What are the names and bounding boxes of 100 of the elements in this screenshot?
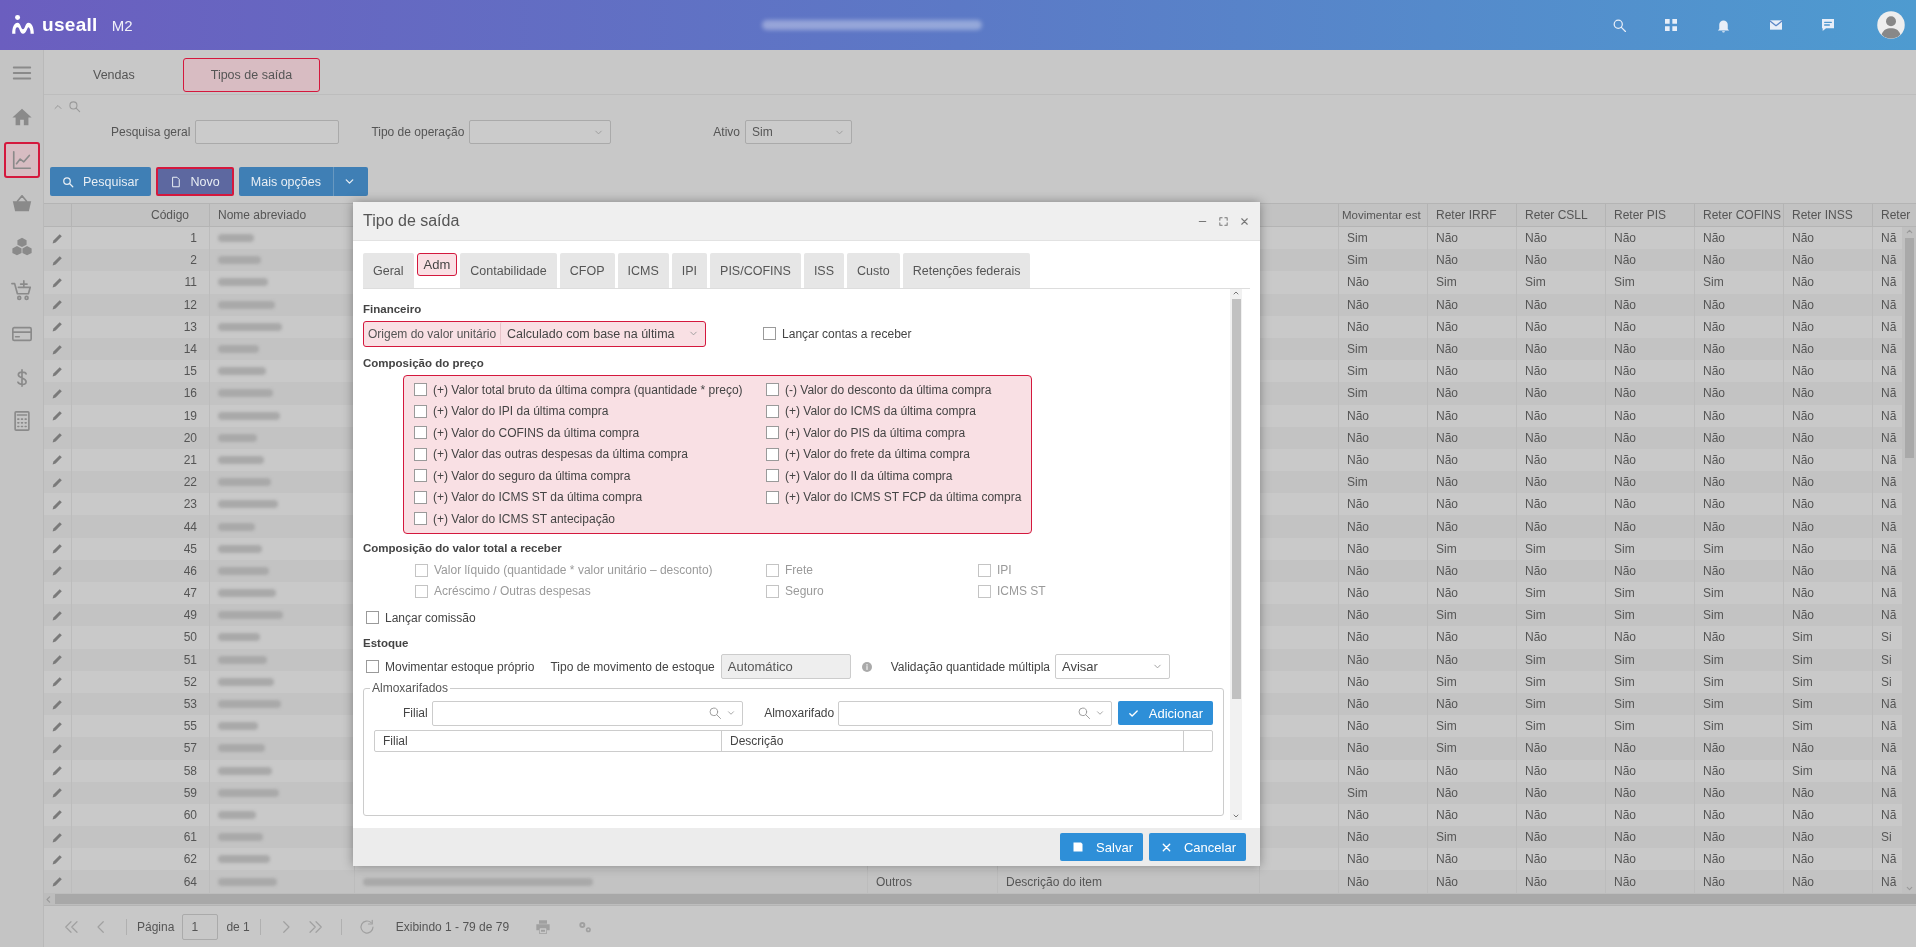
checkbox-label: Acréscimo / Outras despesas bbox=[434, 584, 591, 598]
pencil-icon[interactable] bbox=[51, 231, 64, 245]
table-cell: Não bbox=[1436, 785, 1458, 800]
movement-type-field[interactable]: Automático bbox=[720, 654, 851, 679]
pencil-icon[interactable] bbox=[51, 808, 64, 822]
pencil-icon[interactable] bbox=[51, 586, 64, 600]
scroll-down-icon[interactable] bbox=[1232, 812, 1240, 820]
pencil-icon[interactable] bbox=[51, 520, 64, 534]
pencil-icon[interactable] bbox=[51, 453, 64, 467]
pencil-icon[interactable] bbox=[51, 875, 64, 889]
pencil-icon[interactable] bbox=[51, 497, 64, 511]
maximize-icon[interactable] bbox=[1218, 215, 1229, 227]
cart-plus-icon[interactable] bbox=[10, 279, 33, 302]
active-select[interactable]: Sim bbox=[745, 120, 853, 144]
tab[interactable]: Custo bbox=[847, 253, 900, 288]
tab[interactable]: Vendas bbox=[65, 58, 163, 92]
chat-icon[interactable] bbox=[1820, 17, 1836, 33]
search-icon[interactable] bbox=[68, 100, 81, 113]
cubes-icon[interactable] bbox=[10, 236, 33, 258]
tab[interactable]: ICMS bbox=[617, 253, 669, 288]
sidebar-item[interactable] bbox=[3, 142, 40, 178]
checkbox[interactable] bbox=[766, 404, 779, 418]
scroll-left-icon[interactable] bbox=[44, 894, 53, 904]
tab[interactable]: Retenções federais bbox=[902, 253, 1031, 288]
pencil-icon[interactable] bbox=[51, 342, 64, 356]
pencil-icon[interactable] bbox=[51, 852, 64, 866]
tab[interactable]: ISS bbox=[803, 253, 845, 288]
vertical-scrollbar[interactable] bbox=[1230, 289, 1242, 820]
checkbox[interactable] bbox=[766, 447, 779, 461]
table-cell: Nã bbox=[1881, 297, 1897, 312]
search-field[interactable] bbox=[195, 120, 340, 144]
save-button[interactable]: Salvar bbox=[1060, 833, 1143, 861]
print-icon[interactable] bbox=[535, 918, 552, 935]
tab[interactable]: PIS/COFINS bbox=[710, 253, 801, 288]
tab[interactable]: Contabilidade bbox=[460, 253, 557, 288]
checkbox[interactable] bbox=[414, 404, 427, 418]
checkbox[interactable] bbox=[366, 660, 379, 673]
add-button[interactable]: Adicionar bbox=[1117, 701, 1213, 725]
search-icon[interactable] bbox=[1612, 17, 1627, 33]
pencil-icon[interactable] bbox=[51, 298, 64, 312]
checkbox[interactable] bbox=[414, 426, 427, 440]
pencil-icon[interactable] bbox=[51, 786, 64, 800]
avatar-icon[interactable] bbox=[1876, 10, 1906, 40]
pencil-icon[interactable] bbox=[51, 275, 64, 289]
table-cell: Não bbox=[1436, 430, 1458, 445]
checkbox[interactable] bbox=[766, 426, 779, 440]
apps-icon[interactable] bbox=[1663, 17, 1679, 33]
pencil-icon[interactable] bbox=[51, 697, 64, 711]
warehouse-field[interactable] bbox=[838, 700, 1112, 726]
tab[interactable]: Geral bbox=[363, 253, 414, 288]
checkbox[interactable] bbox=[414, 469, 427, 483]
pencil-icon[interactable] bbox=[51, 830, 64, 844]
checkbox[interactable] bbox=[763, 327, 777, 340]
checkbox[interactable] bbox=[414, 383, 427, 397]
checkbox[interactable] bbox=[414, 490, 427, 504]
tab[interactable]: CFOP bbox=[559, 253, 615, 288]
pencil-icon[interactable] bbox=[51, 475, 64, 489]
pencil-icon[interactable] bbox=[51, 364, 64, 378]
checkbox[interactable] bbox=[414, 512, 427, 526]
tab[interactable]: Tipos de saída bbox=[182, 58, 321, 92]
toolbar-button[interactable]: Mais opções bbox=[238, 167, 368, 196]
checkbox[interactable] bbox=[766, 383, 779, 397]
pencil-icon[interactable] bbox=[51, 564, 64, 578]
pencil-icon[interactable] bbox=[51, 386, 64, 400]
cancel-button[interactable]: Cancelar bbox=[1148, 833, 1246, 861]
refresh-icon[interactable] bbox=[357, 917, 376, 936]
pencil-icon[interactable] bbox=[51, 320, 64, 334]
line-chart-icon[interactable] bbox=[10, 149, 33, 171]
checkbox[interactable] bbox=[414, 447, 427, 461]
validation-select[interactable]: Avisar bbox=[1055, 654, 1170, 679]
pencil-icon[interactable] bbox=[51, 741, 64, 755]
checkbox[interactable] bbox=[366, 611, 379, 624]
pencil-icon[interactable] bbox=[51, 630, 64, 644]
pencil-icon[interactable] bbox=[51, 409, 64, 423]
scrollbar-thumb[interactable] bbox=[55, 894, 1916, 904]
mail-icon[interactable] bbox=[1768, 17, 1784, 33]
page-number-field[interactable]: 1 bbox=[182, 913, 219, 940]
toolbar-button[interactable]: Novo bbox=[155, 167, 234, 196]
operation-select[interactable] bbox=[469, 120, 612, 144]
checkbox[interactable] bbox=[766, 469, 779, 483]
pencil-icon[interactable] bbox=[51, 764, 64, 778]
scroll-up-icon[interactable] bbox=[1232, 289, 1240, 297]
branch-field[interactable] bbox=[431, 700, 744, 726]
tab[interactable]: IPI bbox=[671, 253, 708, 288]
pencil-icon[interactable] bbox=[51, 253, 64, 267]
pencil-icon[interactable] bbox=[51, 719, 64, 733]
checkbox[interactable] bbox=[766, 490, 779, 504]
tab[interactable]: Adm bbox=[416, 253, 458, 276]
vertical-scrollbar[interactable] bbox=[1902, 227, 1916, 893]
scrollbar-thumb[interactable] bbox=[1231, 299, 1241, 699]
pencil-icon[interactable] bbox=[51, 675, 64, 689]
pencil-icon[interactable] bbox=[51, 431, 64, 445]
pencil-icon[interactable] bbox=[51, 542, 64, 556]
horizontal-scrollbar[interactable] bbox=[44, 893, 1916, 905]
close-icon[interactable] bbox=[1239, 215, 1250, 227]
table-cell: Nã bbox=[1881, 541, 1897, 556]
origin-select[interactable]: Calculado com base na última bbox=[500, 322, 706, 345]
toolbar-button[interactable]: Pesquisar bbox=[50, 167, 151, 196]
pencil-icon[interactable] bbox=[51, 653, 64, 667]
pencil-icon[interactable] bbox=[51, 608, 64, 622]
